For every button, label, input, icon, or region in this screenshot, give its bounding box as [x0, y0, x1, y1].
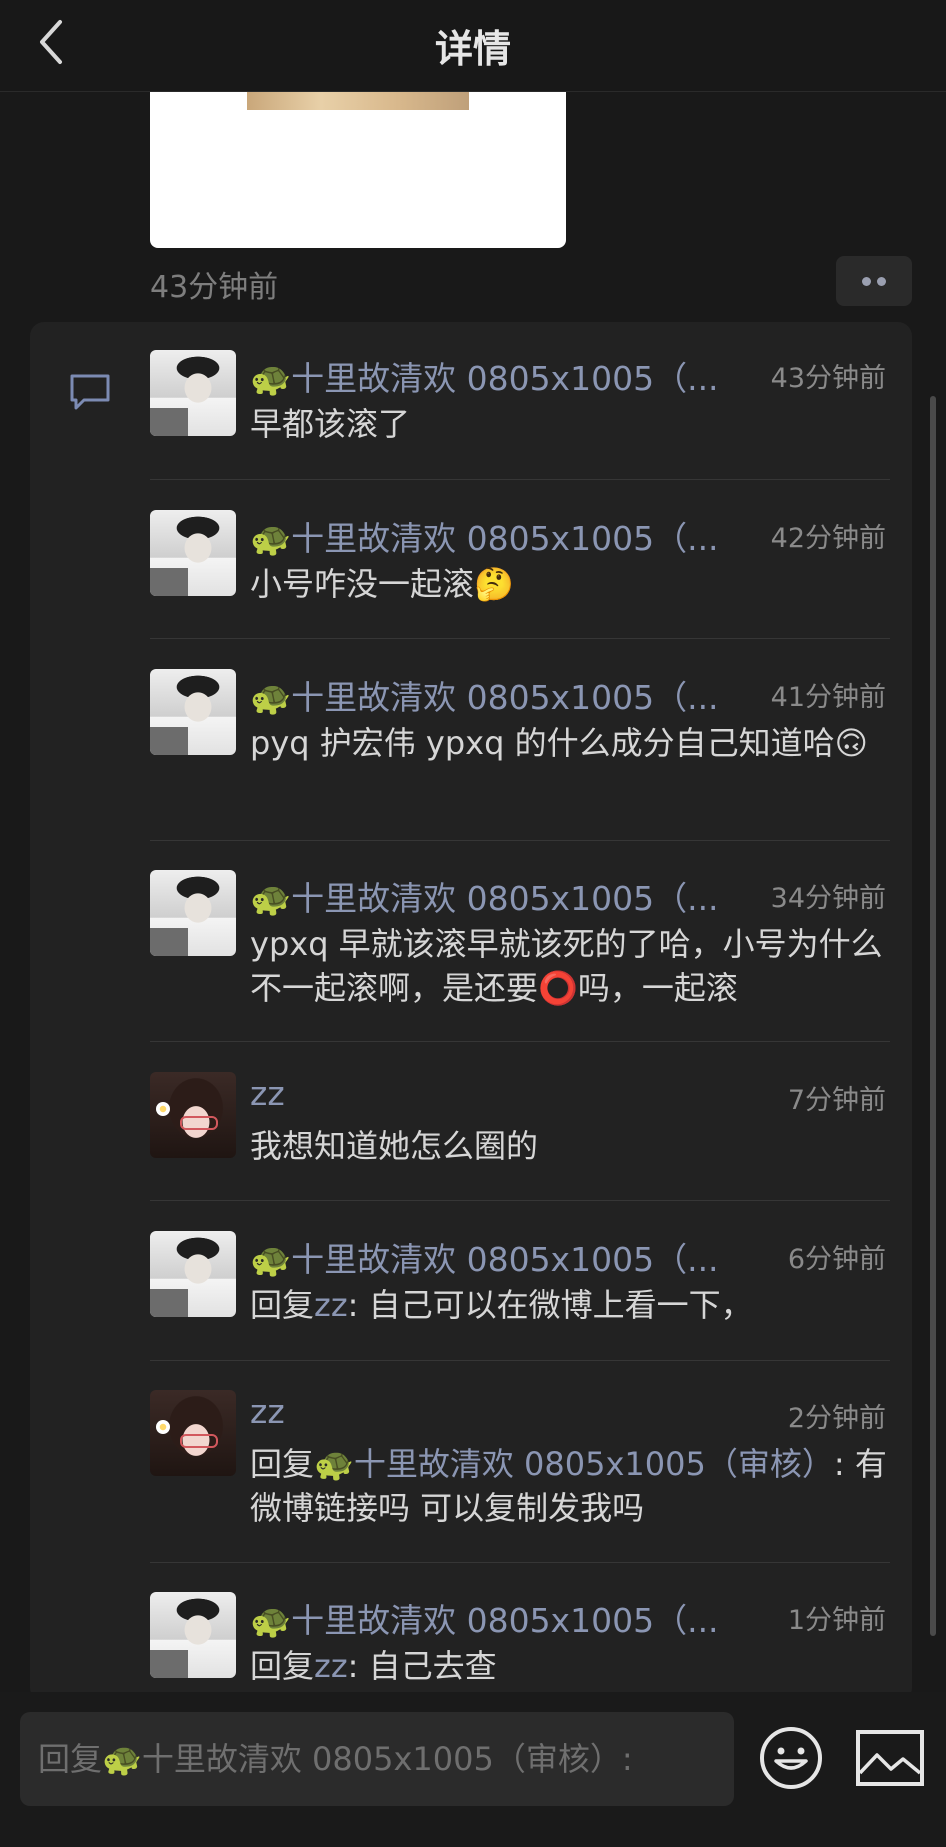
comment-text: 小号咋没一起滚🤔 — [250, 565, 514, 603]
reply-bar — [0, 1692, 946, 1847]
divider — [150, 1562, 890, 1563]
comment-text: ypxq 早就该滚早就该死的了哈，小号为什么不一起滚啊，是还要⭕吗，一起滚 — [250, 925, 883, 1007]
reply-to-user[interactable]: zz — [314, 1286, 348, 1324]
avatar[interactable] — [150, 1072, 236, 1158]
divider — [150, 1360, 890, 1361]
avatar[interactable] — [150, 1390, 236, 1476]
comment-item[interactable]: 🐢十里故清欢 0805x1005（... 34分钟前 ypxq 早就该滚早就该死… — [150, 870, 890, 1010]
comment-item[interactable]: 🐢十里故清欢 0805x1005（... 43分钟前 早都该滚了 — [150, 350, 890, 450]
comment-item[interactable]: 🐢十里故清欢 0805x1005（... 41分钟前 pyq 护宏伟 ypxq … — [150, 669, 890, 809]
avatar[interactable] — [150, 350, 236, 436]
reply-input[interactable] — [20, 1712, 734, 1806]
divider — [150, 638, 890, 639]
comment-text: 回复zz: 自己可以在微博上看一下， — [250, 1283, 890, 1327]
comment-icon — [70, 374, 110, 410]
reply-prefix: 回复 — [250, 1445, 315, 1483]
reply-body: : 自己可以在微博上看一下， — [347, 1286, 753, 1324]
avatar[interactable] — [150, 669, 236, 755]
comment-text: 我想知道她怎么圈的 — [250, 1127, 539, 1165]
comment-text: pyq 护宏伟 ypxq 的什么成分自己知道哈🙃 — [250, 724, 868, 762]
comment-text: 回复🐢十里故清欢 0805x1005（审核）: 有微博链接吗 可以复制发我吗 — [250, 1442, 890, 1530]
avatar[interactable] — [150, 1592, 236, 1678]
comment-item[interactable]: zz 7分钟前 我想知道她怎么圈的 — [150, 1072, 890, 1172]
comment-time: 41分钟前 — [770, 682, 886, 713]
divider — [150, 479, 890, 480]
avatar[interactable] — [150, 870, 236, 956]
top-nav-bar: 详情 — [0, 0, 946, 92]
comment-text: 回复zz: 自己去查 — [250, 1644, 890, 1688]
comment-item[interactable]: 🐢十里故清欢 0805x1005（... 6分钟前 回复zz: 自己可以在微博上… — [150, 1231, 890, 1331]
reply-body: : 自己去查 — [347, 1647, 497, 1685]
comment-author[interactable]: 🐢十里故清欢 0805x1005（... — [250, 512, 719, 560]
comment-author[interactable]: 🐢十里故清欢 0805x1005（... — [250, 872, 719, 920]
image-button[interactable] — [855, 1729, 925, 1787]
comment-time: 7分钟前 — [787, 1085, 886, 1116]
comment-time: 6分钟前 — [787, 1244, 886, 1275]
emoji-button[interactable] — [758, 1725, 824, 1791]
reply-prefix: 回复 — [250, 1647, 315, 1685]
comment-item[interactable]: 🐢十里故清欢 0805x1005（... 42分钟前 小号咋没一起滚🤔 — [150, 510, 890, 610]
post-image[interactable] — [150, 92, 566, 248]
comment-time: 2分钟前 — [787, 1403, 886, 1434]
more-dots-icon — [877, 277, 886, 286]
comment-author[interactable]: zz — [250, 1392, 285, 1431]
divider — [150, 1200, 890, 1201]
comment-author[interactable]: 🐢十里故清欢 0805x1005（... — [250, 1233, 719, 1281]
comment-time: 1分钟前 — [787, 1605, 886, 1636]
divider — [150, 840, 890, 841]
avatar[interactable] — [150, 510, 236, 596]
more-dots-icon — [862, 277, 871, 286]
page-title: 详情 — [434, 27, 511, 71]
image-icon — [856, 1730, 924, 1786]
comment-author[interactable]: zz — [250, 1074, 285, 1113]
reply-prefix: 回复 — [250, 1286, 315, 1324]
scrollbar[interactable] — [930, 396, 936, 1636]
comment-time: 42分钟前 — [770, 523, 886, 554]
comment-item[interactable]: 🐢十里故清欢 0805x1005（... 1分钟前 回复zz: 自己去查 — [150, 1592, 890, 1692]
comment-time: 43分钟前 — [770, 363, 886, 394]
smiley-icon — [760, 1727, 822, 1789]
comment-time: 34分钟前 — [770, 883, 886, 914]
avatar[interactable] — [150, 1231, 236, 1317]
post-image-content — [247, 92, 469, 110]
comment-author[interactable]: 🐢十里故清欢 0805x1005（... — [250, 352, 719, 400]
divider — [150, 1041, 890, 1042]
comment-author[interactable]: 🐢十里故清欢 0805x1005（... — [250, 1594, 719, 1642]
comment-author[interactable]: 🐢十里故清欢 0805x1005（... — [250, 671, 719, 719]
reply-to-user[interactable]: 🐢十里故清欢 0805x1005（审核） — [314, 1445, 834, 1483]
comment-item[interactable]: zz 2分钟前 回复🐢十里故清欢 0805x1005（审核）: 有微博链接吗 可… — [150, 1390, 890, 1530]
comment-text: 早都该滚了 — [250, 405, 411, 443]
more-button[interactable] — [836, 256, 912, 306]
post-time: 43分钟前 — [150, 270, 279, 305]
reply-to-user[interactable]: zz — [314, 1647, 348, 1685]
